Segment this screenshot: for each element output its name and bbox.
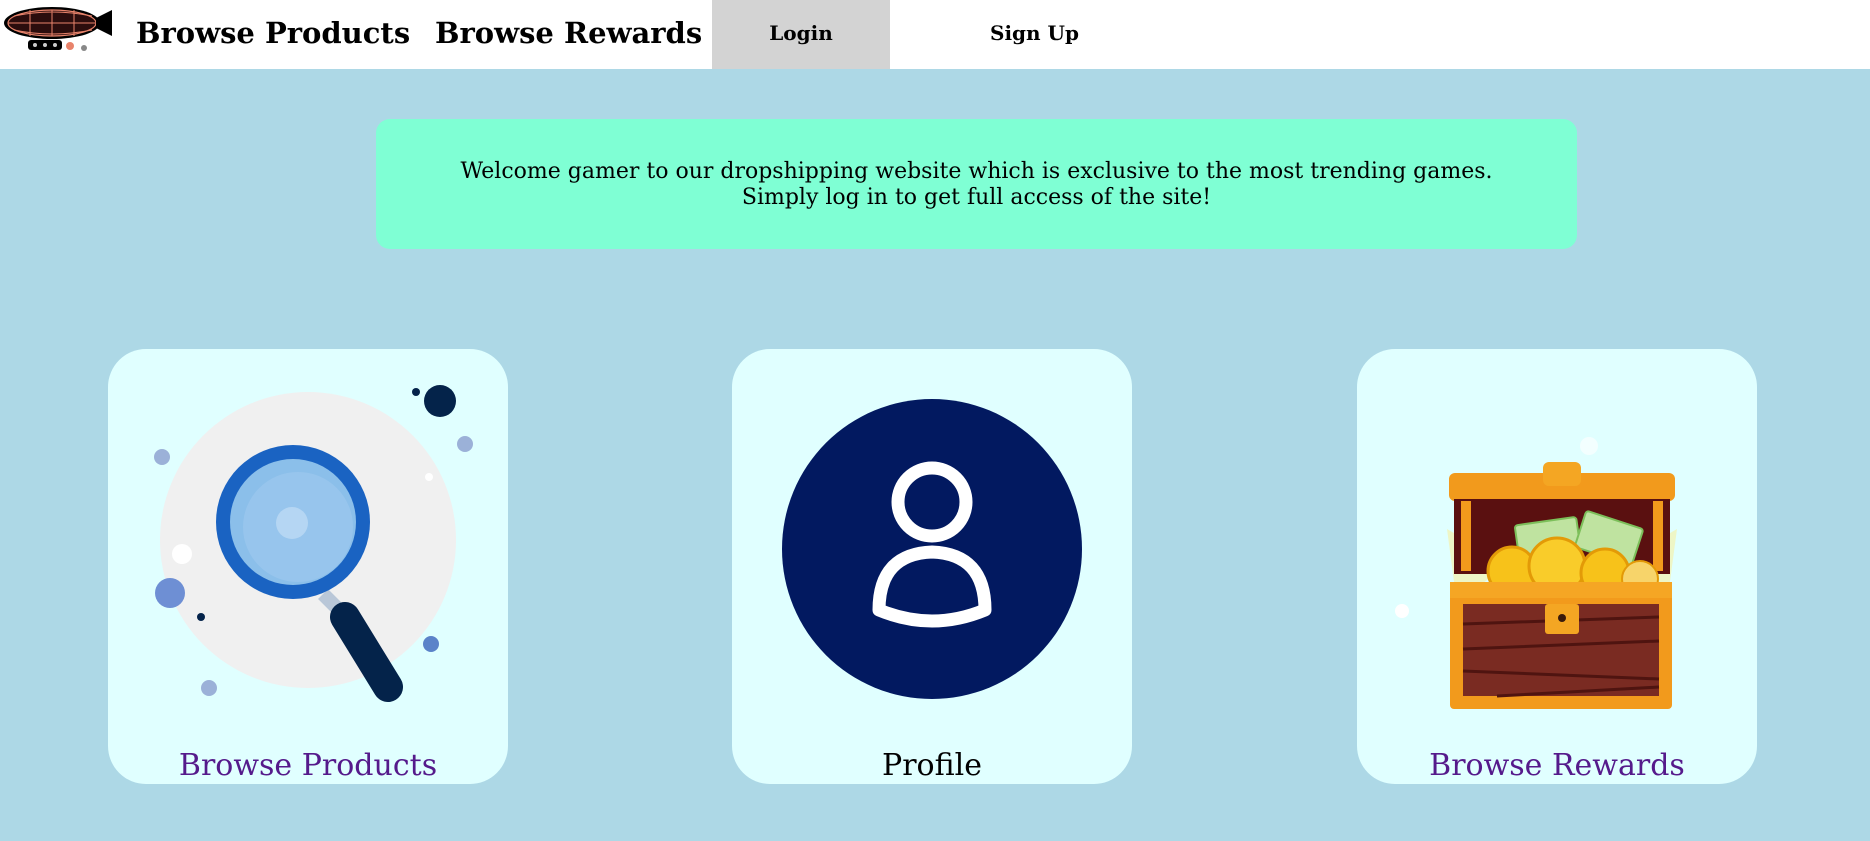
nav-login[interactable]: Login xyxy=(712,0,890,69)
card-browse-products[interactable]: Browse Products xyxy=(108,349,508,784)
card-label-profile[interactable]: Profile xyxy=(732,749,1132,783)
nav-sign-up[interactable]: Sign Up xyxy=(990,0,1079,69)
airship-icon[interactable] xyxy=(0,2,114,54)
welcome-text-line-1: Welcome gamer to our dropshipping websit… xyxy=(460,159,1493,184)
card-label-browse-products[interactable]: Browse Products xyxy=(108,749,508,783)
welcome-text-line-2: Simply log in to get full access of the … xyxy=(741,185,1212,210)
card-profile[interactable]: Profile xyxy=(732,349,1132,784)
card-label-browse-rewards[interactable]: Browse Rewards xyxy=(1357,749,1757,783)
nav-browse-products[interactable]: Browse Products xyxy=(136,0,410,69)
welcome-banner: Welcome gamer to our dropshipping websit… xyxy=(376,119,1577,249)
top-navbar: Browse Products Browse Rewards Login Sig… xyxy=(0,0,1870,69)
nav-browse-rewards[interactable]: Browse Rewards xyxy=(435,0,702,69)
user-profile-icon xyxy=(782,399,1082,699)
card-browse-rewards[interactable]: Browse Rewards xyxy=(1357,349,1757,784)
magnifying-glass-icon xyxy=(154,385,473,702)
treasure-chest-icon xyxy=(1395,437,1677,709)
